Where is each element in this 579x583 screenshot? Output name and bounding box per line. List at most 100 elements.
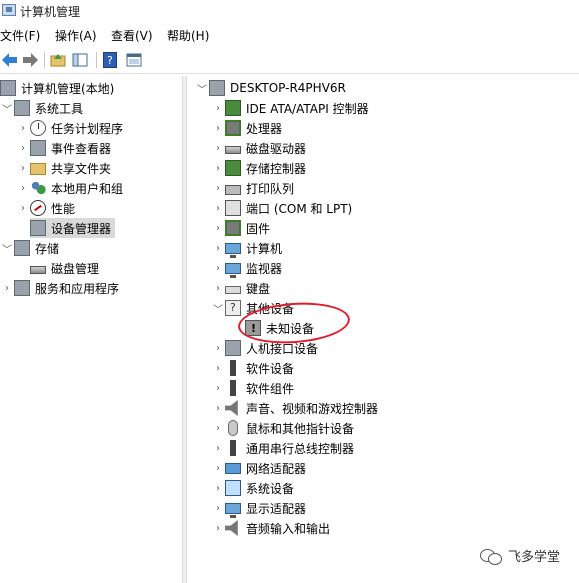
storage-controller-icon xyxy=(225,160,241,176)
menu-file[interactable]: 文件(F) xyxy=(0,27,40,44)
toolbar: ? xyxy=(0,46,579,74)
chevron-right-icon[interactable]: › xyxy=(16,161,30,175)
services-icon xyxy=(14,280,30,296)
watermark: 飞多学堂 xyxy=(480,546,560,565)
chevron-right-icon[interactable]: › xyxy=(211,141,225,155)
device-category[interactable]: › 系统设备 xyxy=(211,478,296,498)
tree-task-scheduler[interactable]: › 任务计划程序 xyxy=(16,118,125,138)
monitor-icon xyxy=(225,262,241,278)
ide-controller-icon xyxy=(225,100,241,116)
tree-system-tools[interactable]: ﹀ 系统工具 xyxy=(0,98,85,118)
back-icon[interactable] xyxy=(0,50,20,70)
device-category[interactable]: › 软件设备 xyxy=(211,358,296,378)
disk-drive-icon xyxy=(225,146,241,154)
chevron-right-icon[interactable]: › xyxy=(16,201,30,215)
chevron-right-icon[interactable]: › xyxy=(211,341,225,355)
title-bar: 计算机管理 xyxy=(0,0,579,22)
menu-action[interactable]: 操作(A) xyxy=(55,27,97,44)
chevron-right-icon[interactable]: › xyxy=(16,141,30,155)
device-category[interactable]: › 监视器 xyxy=(211,258,284,278)
chevron-down-icon[interactable]: ﹀ xyxy=(195,81,209,96)
chevron-right-icon[interactable]: › xyxy=(211,101,225,115)
device-category[interactable]: › 通用串行总线控制器 xyxy=(211,438,356,458)
chevron-right-icon[interactable]: › xyxy=(211,501,225,515)
device-category[interactable]: › 计算机 xyxy=(211,238,284,258)
chevron-right-icon[interactable]: › xyxy=(211,361,225,375)
chevron-down-icon[interactable]: ﹀ xyxy=(211,301,225,316)
chevron-right-icon[interactable]: › xyxy=(211,381,225,395)
device-category[interactable]: › 端口 (COM 和 LPT) xyxy=(211,198,354,218)
menu-bar: 文件(F) 操作(A) 查看(V) 帮助(H) xyxy=(0,24,579,44)
properties-icon[interactable] xyxy=(124,50,144,70)
shared-folder-icon xyxy=(30,163,46,175)
device-category[interactable]: › 软件组件 xyxy=(211,378,296,398)
show-hide-tree-icon[interactable] xyxy=(70,50,90,70)
tree-performance[interactable]: › 性能 xyxy=(16,198,77,218)
performance-icon xyxy=(30,200,46,216)
software-component-icon xyxy=(230,380,236,396)
device-tree-root[interactable]: ﹀ DESKTOP-R4PHV6R xyxy=(195,78,348,98)
device-category[interactable]: › 存储控制器 xyxy=(211,158,308,178)
hid-icon xyxy=(225,340,241,356)
chevron-right-icon[interactable]: › xyxy=(211,261,225,275)
clock-icon xyxy=(30,120,46,136)
chevron-right-icon[interactable]: › xyxy=(16,121,30,135)
help-icon[interactable]: ? xyxy=(100,50,120,70)
device-category[interactable]: › 声音、视频和游戏控制器 xyxy=(211,398,380,418)
device-category[interactable]: › 磁盘驱动器 xyxy=(211,138,308,158)
tree-storage[interactable]: ﹀ 存储 xyxy=(0,238,61,258)
chevron-down-icon[interactable]: ﹀ xyxy=(0,101,14,116)
chevron-right-icon[interactable]: › xyxy=(211,221,225,235)
chevron-right-icon[interactable]: › xyxy=(211,421,225,435)
computer-icon xyxy=(209,80,225,96)
chevron-right-icon[interactable]: › xyxy=(211,181,225,195)
tree-root[interactable]: 计算机管理(本地) xyxy=(0,78,116,98)
device-category[interactable]: › 音频输入和输出 xyxy=(211,518,332,538)
tree-event-viewer[interactable]: › 事件查看器 xyxy=(16,138,113,158)
chevron-right-icon[interactable]: › xyxy=(211,521,225,535)
device-category[interactable]: › 键盘 xyxy=(211,278,272,298)
users-icon xyxy=(30,180,46,196)
device-category[interactable]: › 固件 xyxy=(211,218,272,238)
window-title: 计算机管理 xyxy=(20,5,81,19)
wechat-icon xyxy=(480,547,502,565)
device-category[interactable]: › 处理器 xyxy=(211,118,284,138)
chevron-right-icon[interactable]: › xyxy=(211,241,225,255)
device-category[interactable]: › 打印队列 xyxy=(211,178,296,198)
tree-shared-folders[interactable]: › 共享文件夹 xyxy=(16,158,113,178)
tree-disk-management[interactable]: 磁盘管理 xyxy=(30,258,101,278)
port-icon xyxy=(225,200,241,216)
processor-icon xyxy=(225,120,241,136)
chevron-right-icon[interactable]: › xyxy=(16,181,30,195)
printer-icon xyxy=(225,184,241,195)
chevron-right-icon[interactable]: › xyxy=(211,161,225,175)
audio-io-icon xyxy=(225,520,238,536)
other-devices-icon xyxy=(225,300,241,316)
device-category[interactable]: › 网络适配器 xyxy=(211,458,308,478)
up-folder-icon[interactable] xyxy=(48,50,68,70)
chevron-right-icon[interactable]: › xyxy=(211,441,225,455)
device-category[interactable]: › 显示适配器 xyxy=(211,498,308,518)
watermark-text: 飞多学堂 xyxy=(508,550,561,565)
chevron-right-icon[interactable]: › xyxy=(0,281,14,295)
network-adapter-icon xyxy=(225,462,241,474)
menu-help[interactable]: 帮助(H) xyxy=(167,27,209,44)
speaker-icon xyxy=(225,400,238,416)
chevron-right-icon[interactable]: › xyxy=(211,481,225,495)
console-tree: 计算机管理(本地) ﹀ 系统工具 › 任务计划程序 › 事件查看器 › 共享文件… xyxy=(0,76,182,583)
tree-device-manager[interactable]: 设备管理器 xyxy=(30,218,116,238)
device-manager-icon xyxy=(30,220,46,236)
menu-view[interactable]: 查看(V) xyxy=(111,27,153,44)
device-category[interactable]: › IDE ATA/ATAPI 控制器 xyxy=(211,98,371,118)
chevron-down-icon[interactable]: ﹀ xyxy=(0,241,14,256)
chevron-right-icon[interactable]: › xyxy=(211,121,225,135)
keyboard-icon xyxy=(225,286,241,294)
chevron-right-icon[interactable]: › xyxy=(211,281,225,295)
tree-local-users[interactable]: › 本地用户和组 xyxy=(16,178,125,198)
chevron-right-icon[interactable]: › xyxy=(211,401,225,415)
chevron-right-icon[interactable]: › xyxy=(211,461,225,475)
device-category[interactable]: › 鼠标和其他指针设备 xyxy=(211,418,356,438)
chevron-right-icon[interactable]: › xyxy=(211,201,225,215)
tree-services[interactable]: › 服务和应用程序 xyxy=(0,278,121,298)
forward-icon[interactable] xyxy=(20,50,40,70)
